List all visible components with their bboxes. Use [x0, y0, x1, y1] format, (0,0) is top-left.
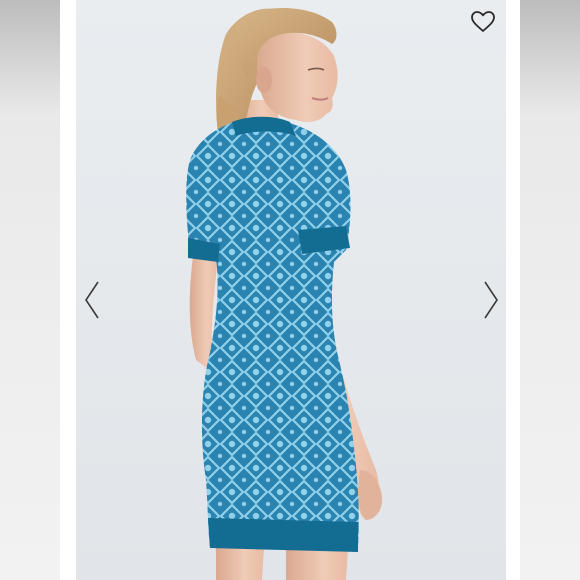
product-image-viewer [0, 0, 580, 580]
dress-hem [208, 518, 358, 552]
chevron-left-icon[interactable] [82, 280, 102, 320]
divider [506, 0, 520, 580]
divider [60, 0, 76, 580]
next-image-preview[interactable] [520, 0, 580, 580]
product-photo [76, 0, 506, 580]
chevron-right-icon[interactable] [481, 280, 501, 320]
previous-image-preview[interactable] [0, 0, 60, 580]
heart-outline-icon[interactable] [470, 10, 496, 34]
model-legs [216, 548, 264, 580]
